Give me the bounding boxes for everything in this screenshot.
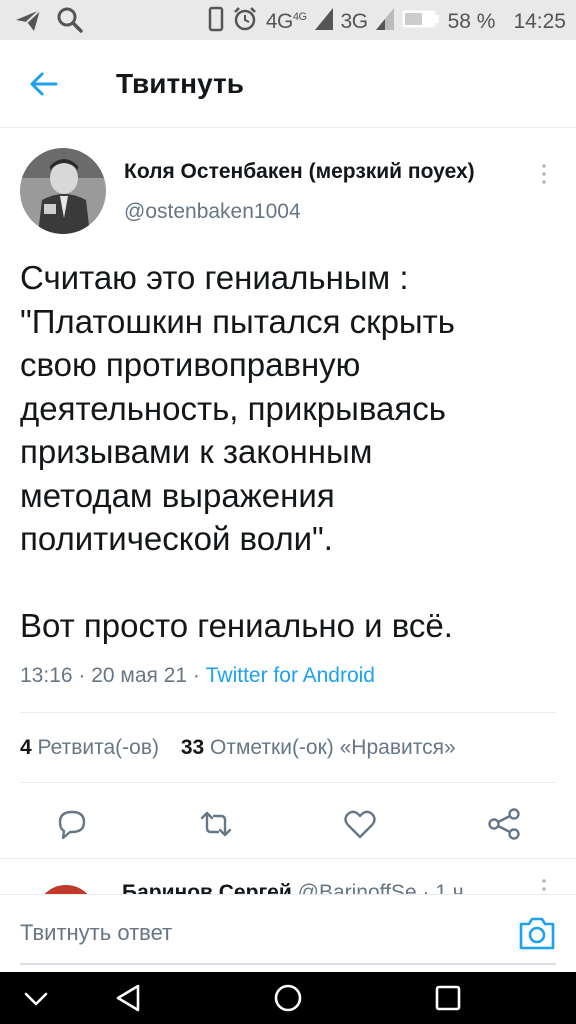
nav-home-button[interactable] bbox=[268, 980, 308, 1016]
app-header: Твитнуть bbox=[0, 40, 576, 128]
camera-button[interactable] bbox=[518, 915, 556, 951]
tweet-actions bbox=[0, 800, 576, 856]
tweet-text-line: деятельность, прикрываясь bbox=[20, 389, 446, 427]
tweet-text: Считаю это гениальным : "Платошкин пытал… bbox=[20, 256, 560, 648]
chevron-down-icon bbox=[24, 992, 48, 1006]
network-4g: 4G4G bbox=[265, 10, 307, 33]
circle-home-icon bbox=[274, 984, 302, 1012]
share-icon bbox=[488, 808, 520, 840]
arrow-left-icon bbox=[30, 72, 58, 96]
reply-author: Баринов Сергей @BarinoffSe · 1 ч bbox=[122, 881, 464, 894]
search-icon bbox=[56, 6, 84, 39]
nav-back-button[interactable] bbox=[108, 980, 148, 1016]
system-nav-bar bbox=[0, 972, 576, 1024]
send-icon bbox=[14, 7, 42, 38]
retweet-icon bbox=[200, 811, 232, 837]
back-button[interactable] bbox=[26, 66, 62, 102]
phone-icon bbox=[208, 6, 224, 38]
triangle-back-icon bbox=[116, 984, 140, 1012]
tweet-source-link[interactable]: Twitter for Android bbox=[206, 664, 375, 687]
divider bbox=[20, 712, 556, 713]
tweet-text-line: Считаю это гениальным : bbox=[20, 259, 409, 296]
tweet-text-line: призывами к законным bbox=[20, 433, 373, 470]
page-title: Твитнуть bbox=[116, 68, 244, 99]
reply-composer bbox=[0, 894, 576, 972]
share-button[interactable] bbox=[484, 804, 524, 844]
square-recents-icon bbox=[435, 985, 461, 1011]
network-3g: 3G bbox=[340, 10, 369, 33]
like-button[interactable] bbox=[340, 804, 380, 844]
divider bbox=[20, 782, 556, 783]
reply-button[interactable] bbox=[52, 804, 92, 844]
camera-icon bbox=[519, 917, 555, 950]
reply-icon bbox=[58, 810, 86, 840]
author-name[interactable]: Коля Остенбакен (мерзкий поуех) bbox=[124, 160, 475, 184]
signal-weak-icon bbox=[375, 8, 394, 36]
nav-recents-button[interactable] bbox=[428, 980, 468, 1016]
tweet-meta: 13:16 · 20 мая 21 · Twitter for Android bbox=[20, 664, 375, 688]
avatar[interactable] bbox=[20, 148, 106, 234]
more-vertical-icon bbox=[542, 879, 546, 891]
tweet-text-line: политической воли". bbox=[20, 520, 333, 557]
tweet-text-line: "Платошкин пытался скрыть bbox=[20, 302, 455, 340]
retweet-button[interactable] bbox=[196, 804, 236, 844]
likes-stat[interactable]: 33 Отметки(-ок) «Нравится» bbox=[181, 736, 456, 759]
more-options-button[interactable] bbox=[534, 162, 554, 186]
reply-input[interactable] bbox=[20, 913, 480, 953]
battery-icon bbox=[402, 10, 440, 34]
nav-hide-button[interactable] bbox=[16, 980, 56, 1016]
tweet-text-line: свою противоправную bbox=[20, 346, 361, 383]
status-bar: 4G4G 3G 58 % 14:25 bbox=[0, 0, 576, 40]
tweet-stats: 4 Ретвита(-ов) 33 Отметки(-ок) «Нравится… bbox=[20, 736, 472, 760]
status-right: 4G4G 3G 58 % 14:25 bbox=[208, 6, 566, 38]
clock: 14:25 bbox=[513, 10, 566, 33]
status-left bbox=[14, 6, 84, 39]
input-underline bbox=[20, 963, 556, 965]
tweet-timestamp: 13:16 · 20 мая 21 · bbox=[20, 664, 206, 687]
avatar[interactable] bbox=[36, 885, 96, 894]
more-options-button[interactable] bbox=[534, 877, 554, 894]
alarm-icon bbox=[232, 6, 258, 38]
retweets-stat[interactable]: 4 Ретвита(-ов) bbox=[20, 736, 159, 759]
reply-preview[interactable]: Баринов Сергей @BarinoffSe · 1 ч bbox=[0, 858, 576, 894]
signal-icon bbox=[314, 8, 333, 36]
tweet-text-line: методам выражения bbox=[20, 476, 335, 514]
tweet-text-line: Вот просто гениально и всё. bbox=[20, 607, 453, 644]
battery-percent: 58 % bbox=[447, 10, 496, 33]
author-handle[interactable]: @ostenbaken1004 bbox=[124, 200, 301, 224]
like-icon bbox=[344, 810, 376, 839]
more-vertical-icon bbox=[542, 164, 546, 184]
